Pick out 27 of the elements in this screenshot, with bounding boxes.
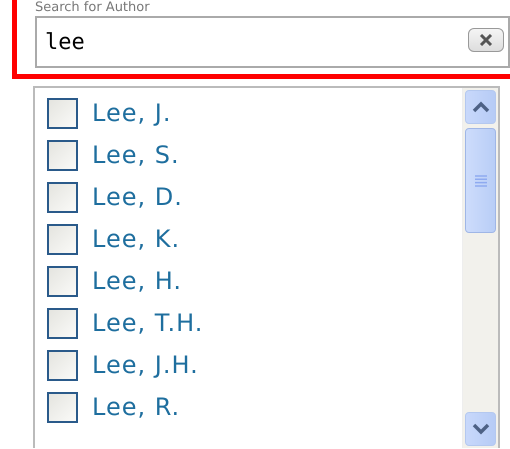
- author-name[interactable]: Lee, D.: [92, 179, 183, 215]
- author-name[interactable]: Lee, J.H.: [92, 347, 199, 383]
- checkbox[interactable]: [47, 98, 78, 128]
- scroll-down-button[interactable]: [465, 412, 496, 446]
- author-name[interactable]: Lee, R.: [92, 389, 180, 425]
- checkbox[interactable]: [47, 224, 78, 254]
- checkbox[interactable]: [47, 350, 78, 380]
- scroll-thumb[interactable]: [465, 128, 496, 233]
- scrollbar[interactable]: [462, 88, 498, 448]
- author-name[interactable]: Lee, S.: [92, 137, 180, 173]
- checkbox[interactable]: [47, 182, 78, 212]
- author-name[interactable]: Lee, T.H.: [92, 305, 204, 341]
- author-name[interactable]: Lee, K.: [92, 221, 180, 257]
- search-label: Search for Author: [35, 0, 151, 16]
- checkbox[interactable]: [47, 266, 78, 296]
- close-icon: [479, 34, 493, 46]
- author-name[interactable]: Lee, J.: [92, 95, 172, 131]
- search-field[interactable]: lee: [35, 16, 510, 68]
- chevron-up-icon: [472, 101, 490, 113]
- grip-icon: [474, 174, 488, 186]
- checkbox[interactable]: [47, 308, 78, 338]
- scroll-up-button[interactable]: [465, 90, 496, 124]
- chevron-down-icon: [472, 423, 490, 435]
- checkbox[interactable]: [47, 392, 78, 422]
- clear-button[interactable]: [468, 28, 504, 52]
- author-name[interactable]: Lee, H.: [92, 263, 182, 299]
- checkbox[interactable]: [47, 140, 78, 170]
